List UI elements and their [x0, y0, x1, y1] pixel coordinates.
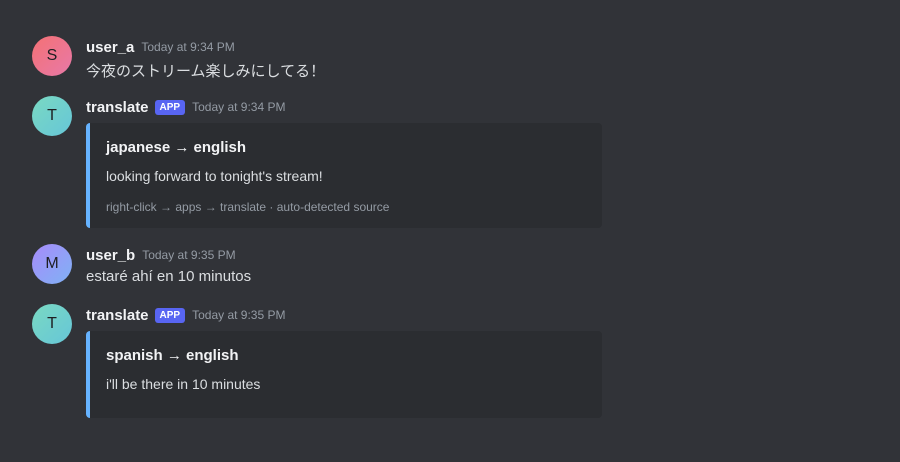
- avatar-letter: M: [45, 255, 59, 272]
- embed-footer: right-click → apps → translate · auto-de…: [106, 200, 390, 214]
- avatar[interactable]: M: [32, 244, 72, 284]
- message-translate-bot: T translate APP Today at 9:34 PM japanes…: [0, 96, 900, 228]
- embed-description: i'll be there in 10 minutes: [106, 376, 261, 392]
- username[interactable]: translate: [86, 307, 149, 324]
- embed-title: japanese → english: [106, 139, 247, 156]
- timestamp: Today at 9:35 PM: [192, 308, 286, 322]
- embed-description: looking forward to tonight's stream!: [106, 168, 323, 184]
- username[interactable]: user_b: [86, 247, 135, 264]
- app-badge: APP: [154, 99, 186, 115]
- app-badge: APP: [154, 307, 186, 323]
- message-header: user_a Today at 9:34 PM: [86, 38, 235, 56]
- message-content: estaré ahí en 10 minutos: [86, 268, 252, 285]
- message-user-a: S user_a Today at 9:34 PM 今夜のストリーム楽しみにして…: [0, 36, 900, 80]
- avatar[interactable]: T: [32, 304, 72, 344]
- timestamp: Today at 9:34 PM: [141, 40, 235, 54]
- timestamp: Today at 9:35 PM: [142, 248, 236, 262]
- message-header: translate APP Today at 9:35 PM: [86, 306, 285, 324]
- avatar-letter: T: [47, 107, 57, 124]
- message-translate-bot: T translate APP Today at 9:35 PM spanish…: [0, 304, 900, 418]
- chat-messages: S user_a Today at 9:34 PM 今夜のストリーム楽しみにして…: [0, 0, 900, 462]
- translation-embed: spanish → english i'll be there in 10 mi…: [86, 331, 602, 418]
- avatar-letter: S: [46, 47, 58, 64]
- avatar[interactable]: T: [32, 96, 72, 136]
- message-content: 今夜のストリーム楽しみにしてる！: [86, 63, 326, 80]
- timestamp: Today at 9:34 PM: [192, 100, 286, 114]
- embed-title: spanish → english: [106, 347, 239, 364]
- username[interactable]: user_a: [86, 39, 134, 56]
- translation-embed: japanese → english looking forward to to…: [86, 123, 602, 228]
- message-header: translate APP Today at 9:34 PM: [86, 98, 285, 116]
- message-user-b: M user_b Today at 9:35 PM estaré ahí en …: [0, 244, 900, 286]
- message-header: user_b Today at 9:35 PM: [86, 246, 236, 264]
- avatar[interactable]: S: [32, 36, 72, 76]
- username[interactable]: translate: [86, 99, 149, 116]
- avatar-letter: T: [47, 315, 57, 332]
